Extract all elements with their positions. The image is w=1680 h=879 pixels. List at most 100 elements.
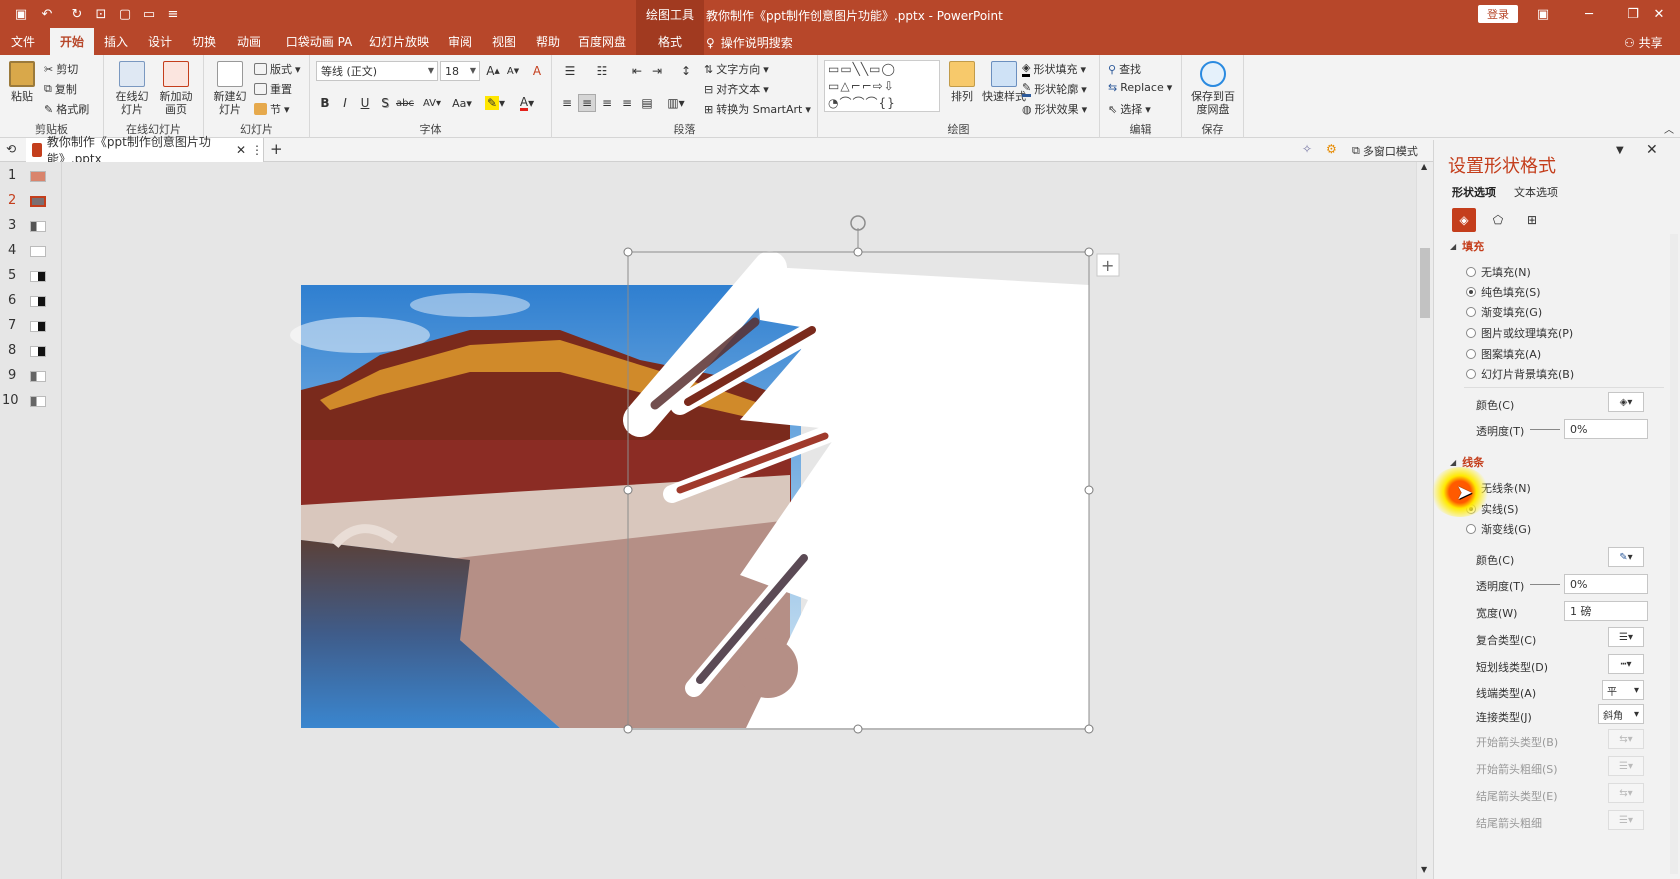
slide-thumbnail[interactable]: 7 bbox=[0, 314, 62, 339]
settings-icon[interactable]: ⚙ bbox=[1326, 142, 1337, 156]
tab-transitions[interactable]: 切换 bbox=[184, 28, 224, 55]
reset-button[interactable]: 重置 bbox=[254, 81, 292, 97]
clear-format-button[interactable]: A bbox=[528, 62, 546, 80]
change-case-button[interactable]: Aa ▾ bbox=[450, 94, 474, 112]
tab-home[interactable]: 开始 bbox=[50, 28, 94, 55]
align-left-button[interactable]: ≡ bbox=[558, 94, 576, 112]
slide-thumbnail[interactable]: 9 bbox=[0, 364, 62, 389]
find-button[interactable]: ⚲ 查找 bbox=[1108, 61, 1141, 77]
dash-type-dropdown[interactable]: ┅ ▾ bbox=[1608, 654, 1644, 674]
slide-thumbnail[interactable]: 10 bbox=[0, 389, 62, 414]
numbering-button[interactable]: ☷ bbox=[590, 62, 614, 80]
radio-slide-bg-fill[interactable]: 幻灯片背景填充(B) bbox=[1466, 366, 1574, 382]
tab-view[interactable]: 视图 bbox=[484, 28, 524, 55]
line-transparency-slider[interactable] bbox=[1530, 584, 1560, 585]
radio-picture-fill[interactable]: 图片或纹理填充(P) bbox=[1466, 325, 1573, 341]
begin-arrow-size-dropdown[interactable]: ☰▾ bbox=[1608, 756, 1644, 776]
tab-baidu-netdisk[interactable]: 百度网盘 bbox=[574, 28, 630, 55]
slide-thumbnail[interactable]: 8 bbox=[0, 339, 62, 364]
columns-button[interactable]: ▥▾ bbox=[664, 94, 688, 112]
customize-qat-icon[interactable]: ≡ bbox=[162, 4, 184, 24]
cut-button[interactable]: ✂ 剪切 bbox=[44, 61, 78, 77]
bullets-button[interactable]: ☰ bbox=[558, 62, 582, 80]
scroll-up-icon[interactable]: ▲ bbox=[1421, 162, 1427, 171]
slideshow-from-start-icon[interactable]: ⊡ bbox=[90, 4, 112, 24]
distribute-button[interactable]: ▤ bbox=[638, 94, 656, 112]
redo-icon[interactable]: ↻ bbox=[66, 4, 88, 24]
close-tab-icon[interactable]: ✕ bbox=[236, 143, 246, 157]
underline-button[interactable]: U bbox=[356, 94, 374, 112]
open-folder-icon[interactable]: ▭ bbox=[138, 4, 160, 24]
font-family-combo[interactable]: 等线 (正文) ▼ bbox=[316, 61, 438, 81]
ribbon-display-icon[interactable]: ▣ bbox=[1520, 0, 1566, 28]
join-type-dropdown[interactable]: 斜角 ▾ bbox=[1598, 704, 1644, 724]
copy-button[interactable]: ⧉ 复制 bbox=[44, 81, 77, 97]
line-color-picker[interactable]: ✎ ▾ bbox=[1608, 547, 1644, 567]
convert-smartart-button[interactable]: ⊞ 转换为 SmartArt ▾ bbox=[704, 101, 811, 117]
tab-shape-options[interactable]: 形状选项 bbox=[1452, 184, 1496, 200]
shrink-font-button[interactable]: A ▼ bbox=[504, 62, 522, 80]
shape-effects-button[interactable]: ◍ 形状效果 ▾ bbox=[1022, 101, 1087, 117]
slide-thumbnail[interactable]: 1 bbox=[0, 164, 62, 189]
pane-options-icon[interactable]: ▼ bbox=[1616, 145, 1624, 156]
highlight-button[interactable]: ✎ ▾ bbox=[482, 94, 508, 112]
radio-gradient-line[interactable]: 渐变线(G) bbox=[1466, 521, 1531, 537]
arrange-button[interactable]: 排列 bbox=[944, 61, 980, 103]
increase-indent-button[interactable]: ⇥ bbox=[648, 62, 666, 80]
radio-solid-fill[interactable]: 纯色填充(S) bbox=[1466, 284, 1541, 300]
size-properties-icon[interactable]: ⊞ bbox=[1520, 208, 1544, 232]
save-to-baidu-button[interactable]: 保存到百度网盘 bbox=[1190, 61, 1236, 116]
slide-thumbnail[interactable]: 5 bbox=[0, 264, 62, 289]
scroll-thumb[interactable] bbox=[1420, 248, 1430, 318]
justify-button[interactable]: ≡ bbox=[618, 94, 636, 112]
fill-section-header[interactable]: ◢ 填充 bbox=[1450, 238, 1484, 254]
tab-slideshow[interactable]: 幻灯片放映 bbox=[366, 28, 432, 55]
line-spacing-button[interactable]: ↕ bbox=[674, 62, 698, 80]
bold-button[interactable]: B bbox=[316, 94, 334, 112]
align-right-button[interactable]: ≡ bbox=[598, 94, 616, 112]
radio-gradient-fill[interactable]: 渐变填充(G) bbox=[1466, 304, 1542, 320]
align-text-button[interactable]: ⊟ 对齐文本 ▾ bbox=[704, 81, 769, 97]
radio-no-fill[interactable]: 无填充(N) bbox=[1466, 264, 1531, 280]
collapse-ribbon-icon[interactable]: ︿ bbox=[1664, 121, 1674, 136]
layout-button[interactable]: 版式 ▾ bbox=[254, 61, 301, 77]
tab-animations[interactable]: 动画 bbox=[228, 28, 270, 55]
tab-insert[interactable]: 插入 bbox=[96, 28, 136, 55]
slide-thumbnail[interactable]: 6 bbox=[0, 289, 62, 314]
document-tab[interactable]: 教你制作《ppt制作创意图片功能》.pptx ✕ ⋮ bbox=[26, 135, 264, 166]
effects-pentagon-icon[interactable]: ⬠ bbox=[1486, 208, 1510, 232]
grow-font-button[interactable]: A ▲ bbox=[484, 62, 502, 80]
select-button[interactable]: ⇖ 选择 ▾ bbox=[1108, 101, 1151, 117]
compound-type-dropdown[interactable]: ☰ ▾ bbox=[1608, 627, 1644, 647]
minimize-button[interactable]: ─ bbox=[1566, 0, 1612, 28]
new-tab-icon[interactable]: + bbox=[270, 140, 283, 158]
decrease-indent-button[interactable]: ⇤ bbox=[628, 62, 646, 80]
multi-window-button[interactable]: ⧉ 多窗口模式 bbox=[1352, 143, 1418, 159]
scroll-down-icon[interactable]: ▼ bbox=[1421, 865, 1427, 874]
slide-thumbnail[interactable]: 4 bbox=[0, 239, 62, 264]
close-button[interactable]: ✕ bbox=[1636, 0, 1680, 28]
shadow-button[interactable]: S bbox=[376, 94, 394, 112]
tab-file[interactable]: 文件 bbox=[0, 28, 46, 55]
char-spacing-button[interactable]: AV ▾ bbox=[420, 94, 444, 112]
tab-review[interactable]: 审阅 bbox=[440, 28, 480, 55]
login-button[interactable]: 登录 bbox=[1478, 5, 1518, 23]
tell-me-search[interactable]: ♀ 操作说明搜索 bbox=[706, 34, 793, 51]
tools-icon[interactable]: ✧ bbox=[1302, 142, 1312, 156]
fill-color-picker[interactable]: ◈ ▾ bbox=[1608, 392, 1644, 412]
format-painter-button[interactable]: ✎ 格式刷 bbox=[44, 101, 89, 117]
tab-design[interactable]: 设计 bbox=[140, 28, 180, 55]
line-transparency-input[interactable]: 0% bbox=[1564, 574, 1648, 594]
begin-arrow-type-dropdown[interactable]: ⇆▾ bbox=[1608, 729, 1644, 749]
replace-button[interactable]: ⇆ Replace ▾ bbox=[1108, 81, 1172, 94]
online-slide-button[interactable]: 在线幻灯片 bbox=[112, 61, 152, 116]
fill-line-icon[interactable]: ◈ bbox=[1452, 208, 1476, 232]
new-file-icon[interactable]: ▢ bbox=[114, 4, 136, 24]
align-center-button[interactable]: ≡ bbox=[578, 94, 596, 112]
cap-type-dropdown[interactable]: 平 ▾ bbox=[1602, 680, 1644, 700]
shape-fill-button[interactable]: ◈ 形状填充 ▾ bbox=[1022, 61, 1086, 77]
tab-help[interactable]: 帮助 bbox=[528, 28, 568, 55]
fill-transparency-slider[interactable] bbox=[1530, 429, 1560, 430]
slide-thumbnail[interactable]: 3 bbox=[0, 214, 62, 239]
tab-switch-icon[interactable]: ⟲ bbox=[6, 142, 16, 156]
